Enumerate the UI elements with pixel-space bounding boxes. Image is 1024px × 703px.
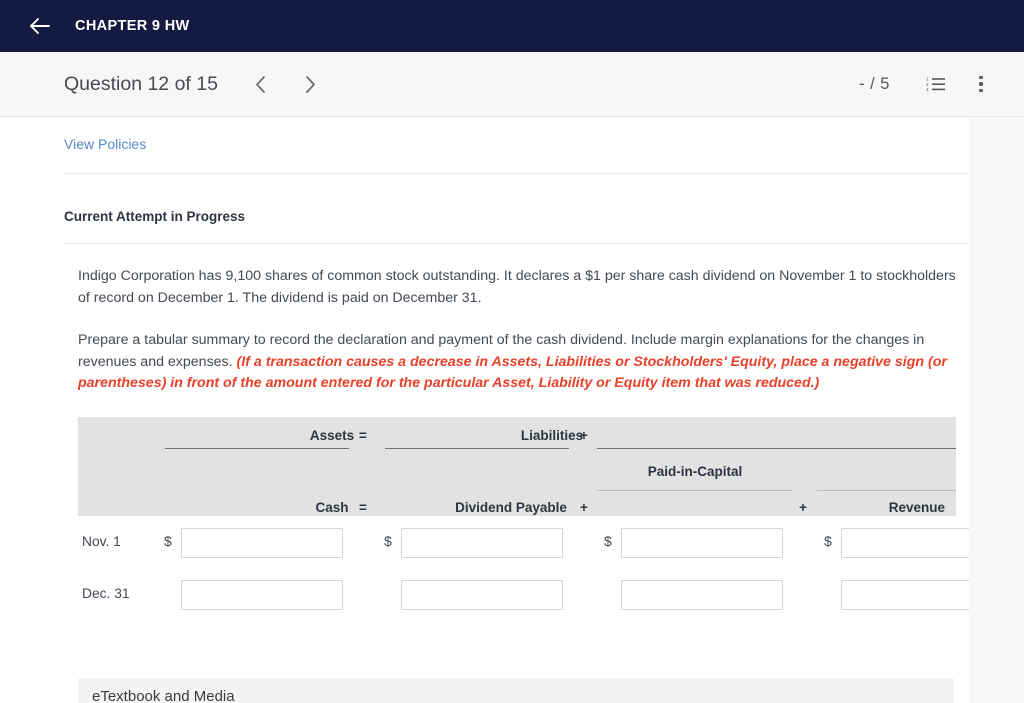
app-header: CHAPTER 9 HW xyxy=(0,0,1024,52)
more-dots xyxy=(979,75,983,93)
table-body: Nov. 1 $ $ $ $ Dec. 31 xyxy=(78,516,969,622)
currency-symbol: $ xyxy=(164,532,172,549)
previous-question-button[interactable] xyxy=(244,67,278,101)
view-policies-link[interactable]: View Policies xyxy=(64,136,146,152)
more-vertical-icon[interactable] xyxy=(966,69,996,99)
dot xyxy=(979,82,983,86)
question-content: View Policies Current Attempt in Progres… xyxy=(64,117,969,703)
revenue-input-nov[interactable] xyxy=(841,527,969,558)
header-equals-2: = xyxy=(359,499,367,515)
currency-symbol: $ xyxy=(384,532,392,549)
header-plus-3: + xyxy=(799,499,807,515)
currency-symbol: $ xyxy=(824,532,832,549)
revenue-rule xyxy=(817,489,956,491)
paid-in-capital-input-nov[interactable] xyxy=(621,527,783,558)
question-navigation xyxy=(244,67,328,101)
divider xyxy=(64,173,969,174)
header-cash: Cash xyxy=(315,499,349,515)
table-header: Assets = Liabilities + Paid-in-Capital C… xyxy=(78,416,956,516)
header-paid-in-capital: Paid-in-Capital xyxy=(647,463,743,479)
accordion-label: eTextbook and Media xyxy=(92,688,235,703)
page-area: View Policies Current Attempt in Progres… xyxy=(0,117,1024,703)
divider xyxy=(64,243,969,244)
currency-symbol: $ xyxy=(604,532,612,549)
tabular-summary: Assets = Liabilities + Paid-in-Capital C… xyxy=(78,416,969,622)
revenue-input-dec[interactable] xyxy=(841,579,969,610)
question-paragraph-1: Indigo Corporation has 9,100 shares of c… xyxy=(78,268,956,306)
header-liabilities: Liabilities xyxy=(520,427,584,443)
header-assets: Assets xyxy=(309,427,355,443)
svg-text:2: 2 xyxy=(926,82,929,87)
svg-text:1: 1 xyxy=(926,77,929,82)
header-plus-2: + xyxy=(580,499,588,515)
svg-text:3: 3 xyxy=(926,87,929,92)
liabilities-rule xyxy=(385,447,569,449)
cash-input-nov[interactable] xyxy=(181,527,343,558)
question-counter: Question 12 of 15 xyxy=(64,72,218,95)
row-date-label: Nov. 1 xyxy=(82,533,121,549)
header-plus-1: + xyxy=(580,427,588,443)
paid-in-capital-input-dec[interactable] xyxy=(621,579,783,610)
numbered-list-icon[interactable]: 1 2 3 xyxy=(920,69,950,99)
row-date-label: Dec. 31 xyxy=(82,585,130,601)
dot xyxy=(979,88,983,93)
back-arrow-icon[interactable] xyxy=(27,13,53,39)
score-display: - / 5 xyxy=(859,74,890,93)
app-title: CHAPTER 9 HW xyxy=(75,18,190,34)
question-paragraph-2: Prepare a tabular summary to record the … xyxy=(78,330,958,395)
stockholders-equity-rule xyxy=(597,447,956,449)
attempt-status: Current Attempt in Progress xyxy=(64,209,246,224)
dividend-payable-input-nov[interactable] xyxy=(401,527,563,558)
question-toolbar: Question 12 of 15 - / 5 1 2 3 xyxy=(0,52,1024,117)
etextbook-and-media-button[interactable]: eTextbook and Media xyxy=(78,677,954,703)
header-equals-1: = xyxy=(359,427,367,443)
cash-input-dec[interactable] xyxy=(181,579,343,610)
table-row: Nov. 1 $ $ $ $ xyxy=(78,516,969,569)
paid-in-capital-rule xyxy=(597,489,793,491)
question-panel: View Policies Current Attempt in Progres… xyxy=(0,117,969,703)
dot xyxy=(979,75,983,80)
assets-rule xyxy=(165,447,349,449)
next-question-button[interactable] xyxy=(294,67,328,101)
resource-accordions: eTextbook and Media List of Accounts xyxy=(78,677,954,703)
dividend-payable-input-dec[interactable] xyxy=(401,579,563,610)
question-body: Indigo Corporation has 9,100 shares of c… xyxy=(64,266,969,703)
header-revenue: Revenue xyxy=(888,499,945,515)
table-row: Dec. 31 xyxy=(78,569,969,622)
